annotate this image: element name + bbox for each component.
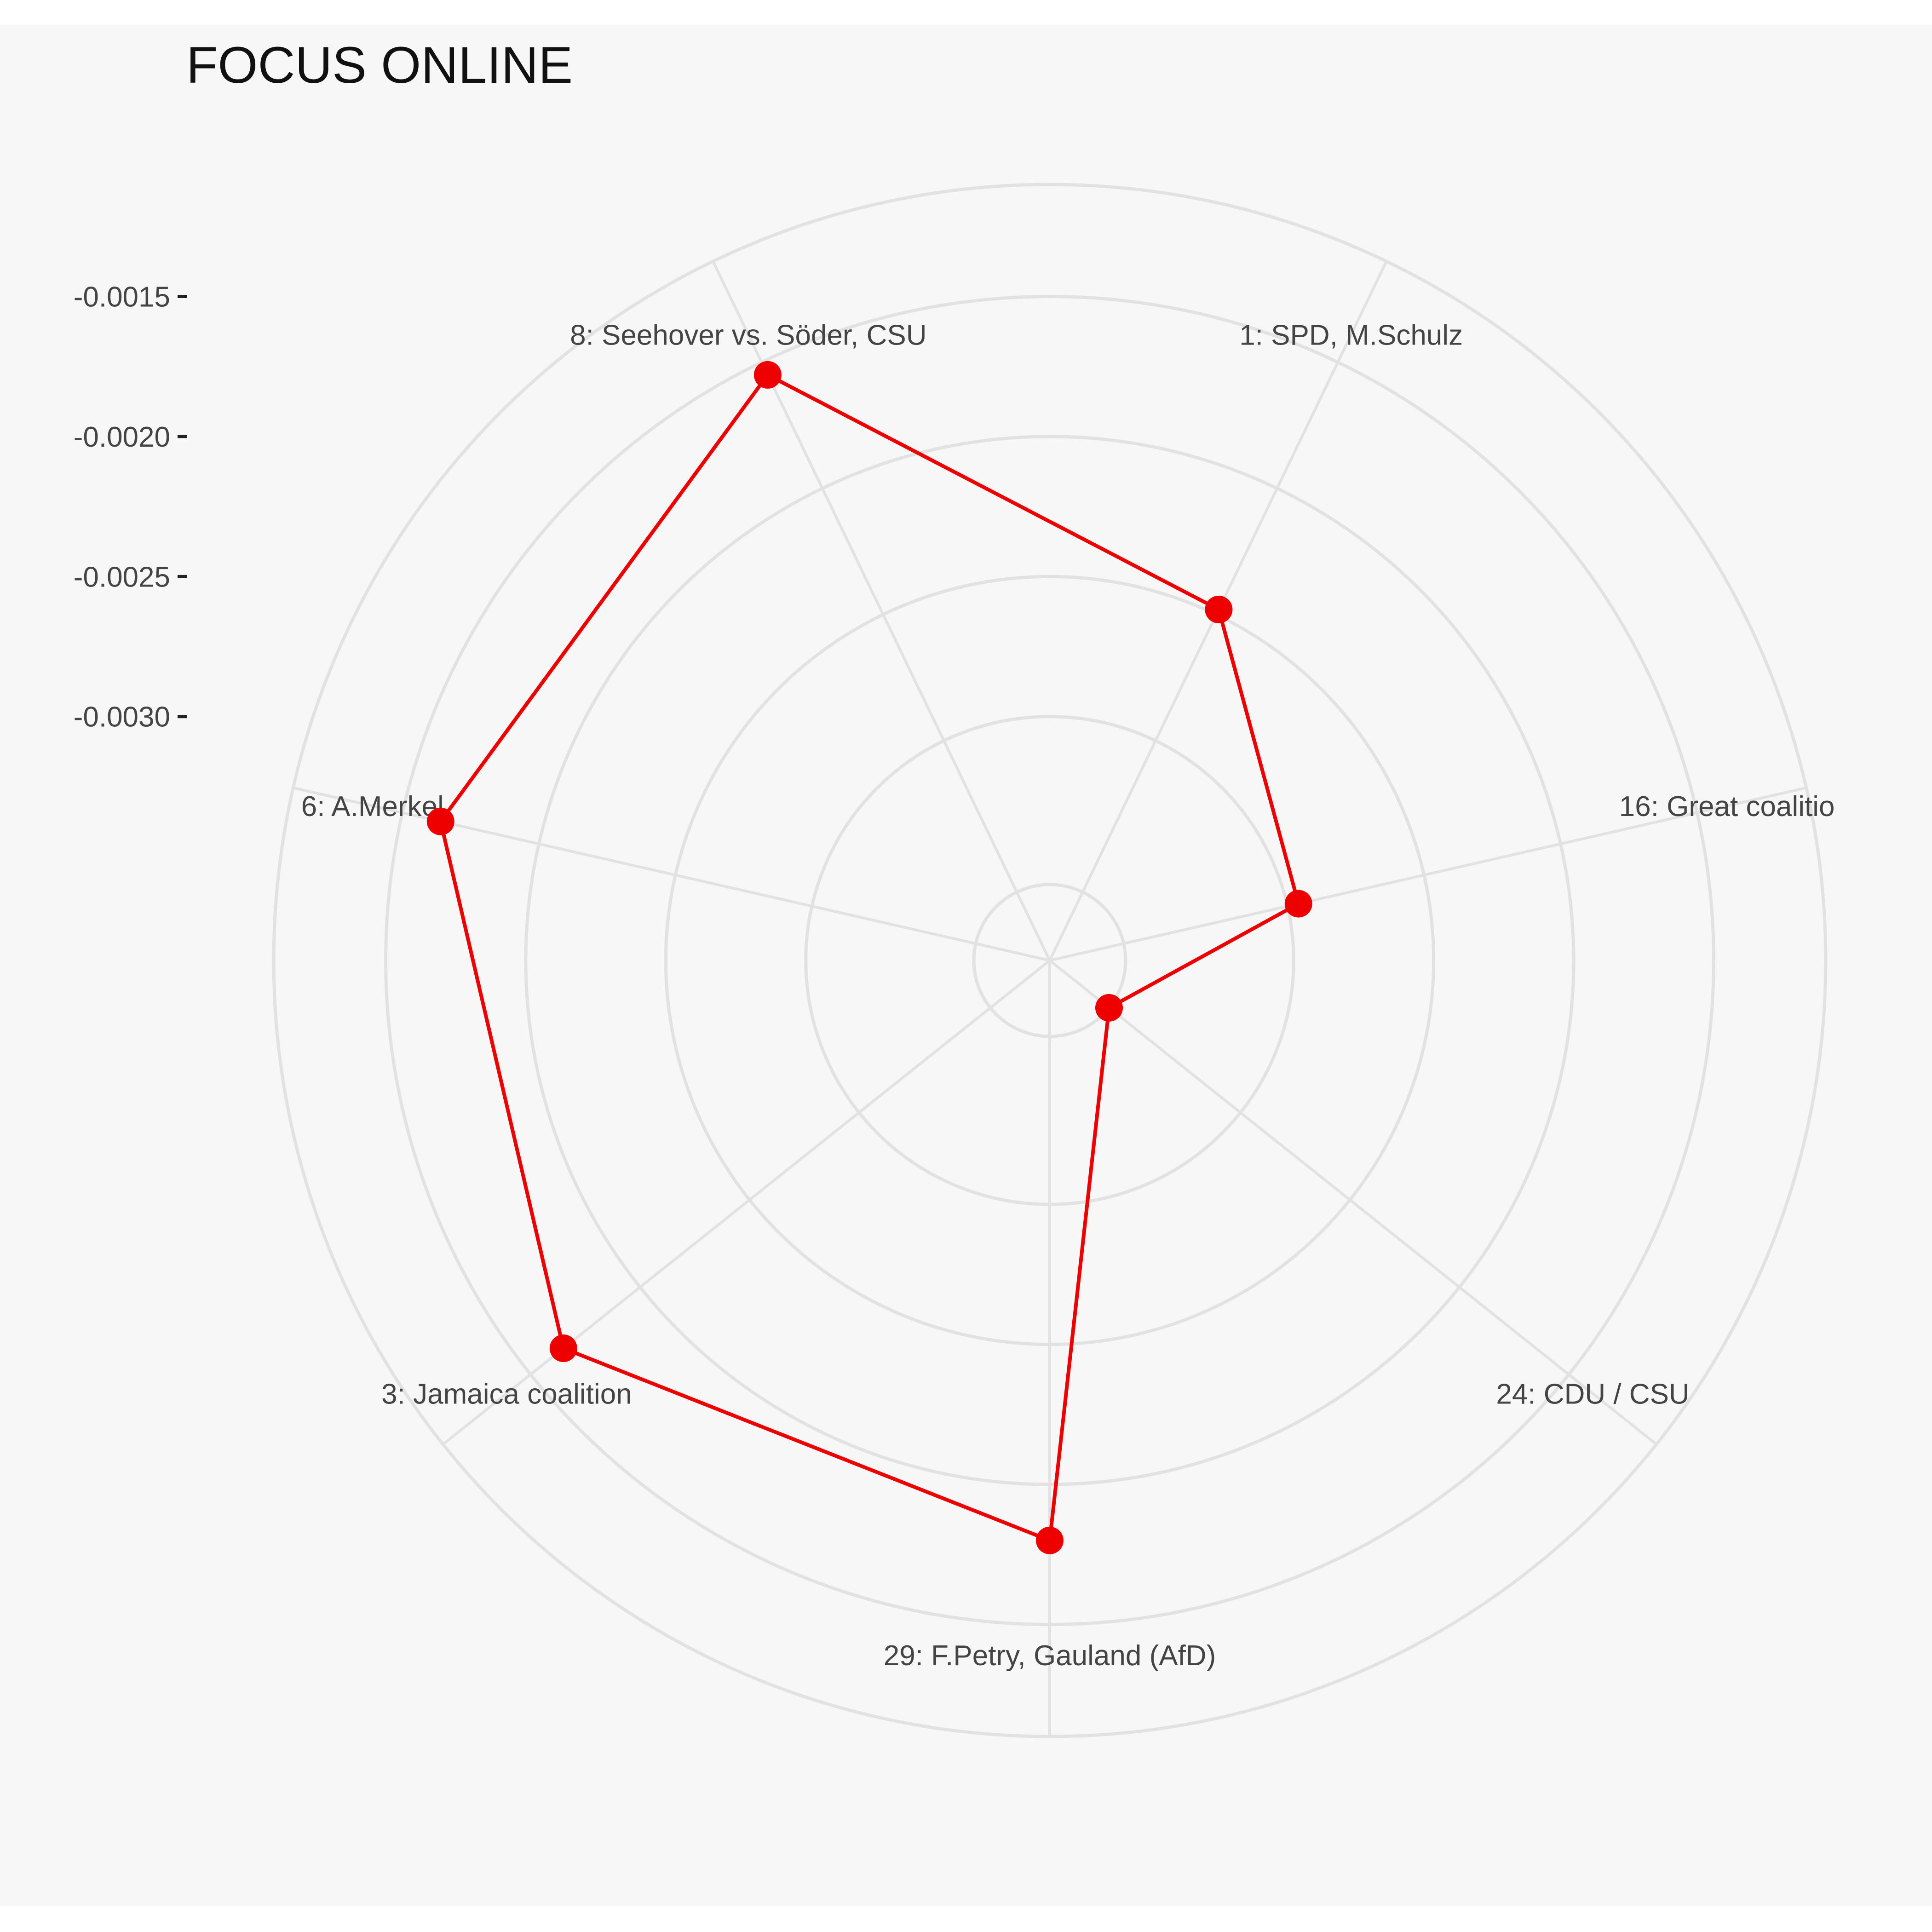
y-axis: -0.0015 -0.0020 -0.0025 -0.0030	[74, 282, 187, 733]
spoke-line	[1049, 959, 1657, 1446]
data-point	[1036, 1526, 1064, 1554]
series-points	[426, 361, 1312, 1554]
category-label: 8: Seehover vs. Söder, CSU	[570, 320, 926, 351]
data-point	[753, 361, 782, 389]
data-point	[426, 807, 454, 835]
data-point	[1284, 890, 1312, 918]
series-line	[438, 372, 1301, 1543]
category-label: 1: SPD, M.Schulz	[1239, 320, 1463, 351]
data-point	[1095, 994, 1123, 1022]
category-label: 3: Jamaica coalition	[381, 1378, 632, 1410]
series-line-group	[438, 372, 1301, 1543]
spoke-line	[442, 959, 1051, 1446]
y-tick-label: -0.0015	[74, 282, 170, 313]
spokes	[293, 260, 1807, 1736]
category-label: 6: A.Merkel	[301, 791, 444, 822]
y-tick-label: -0.0030	[74, 702, 170, 733]
radar-chart: FOCUS ONLINE -0.0015 -0.0020 -0.0025 -0.003…	[74, 36, 1835, 1738]
category-label: 16: Great coalitio	[1619, 791, 1835, 822]
y-tick-label: -0.0025	[74, 561, 170, 593]
category-label: 29: F.Petry, Gauland (AfD)	[884, 1640, 1216, 1672]
y-tick-label: -0.0020	[74, 421, 170, 453]
data-point	[1205, 596, 1233, 624]
chart-title: FOCUS ONLINE	[186, 36, 573, 94]
category-labels: 1: SPD, M.Schulz 16: Great coalitio 24: CD…	[301, 320, 1835, 1672]
data-point	[549, 1334, 577, 1363]
category-label: 24: CDU / CSU	[1496, 1378, 1689, 1410]
